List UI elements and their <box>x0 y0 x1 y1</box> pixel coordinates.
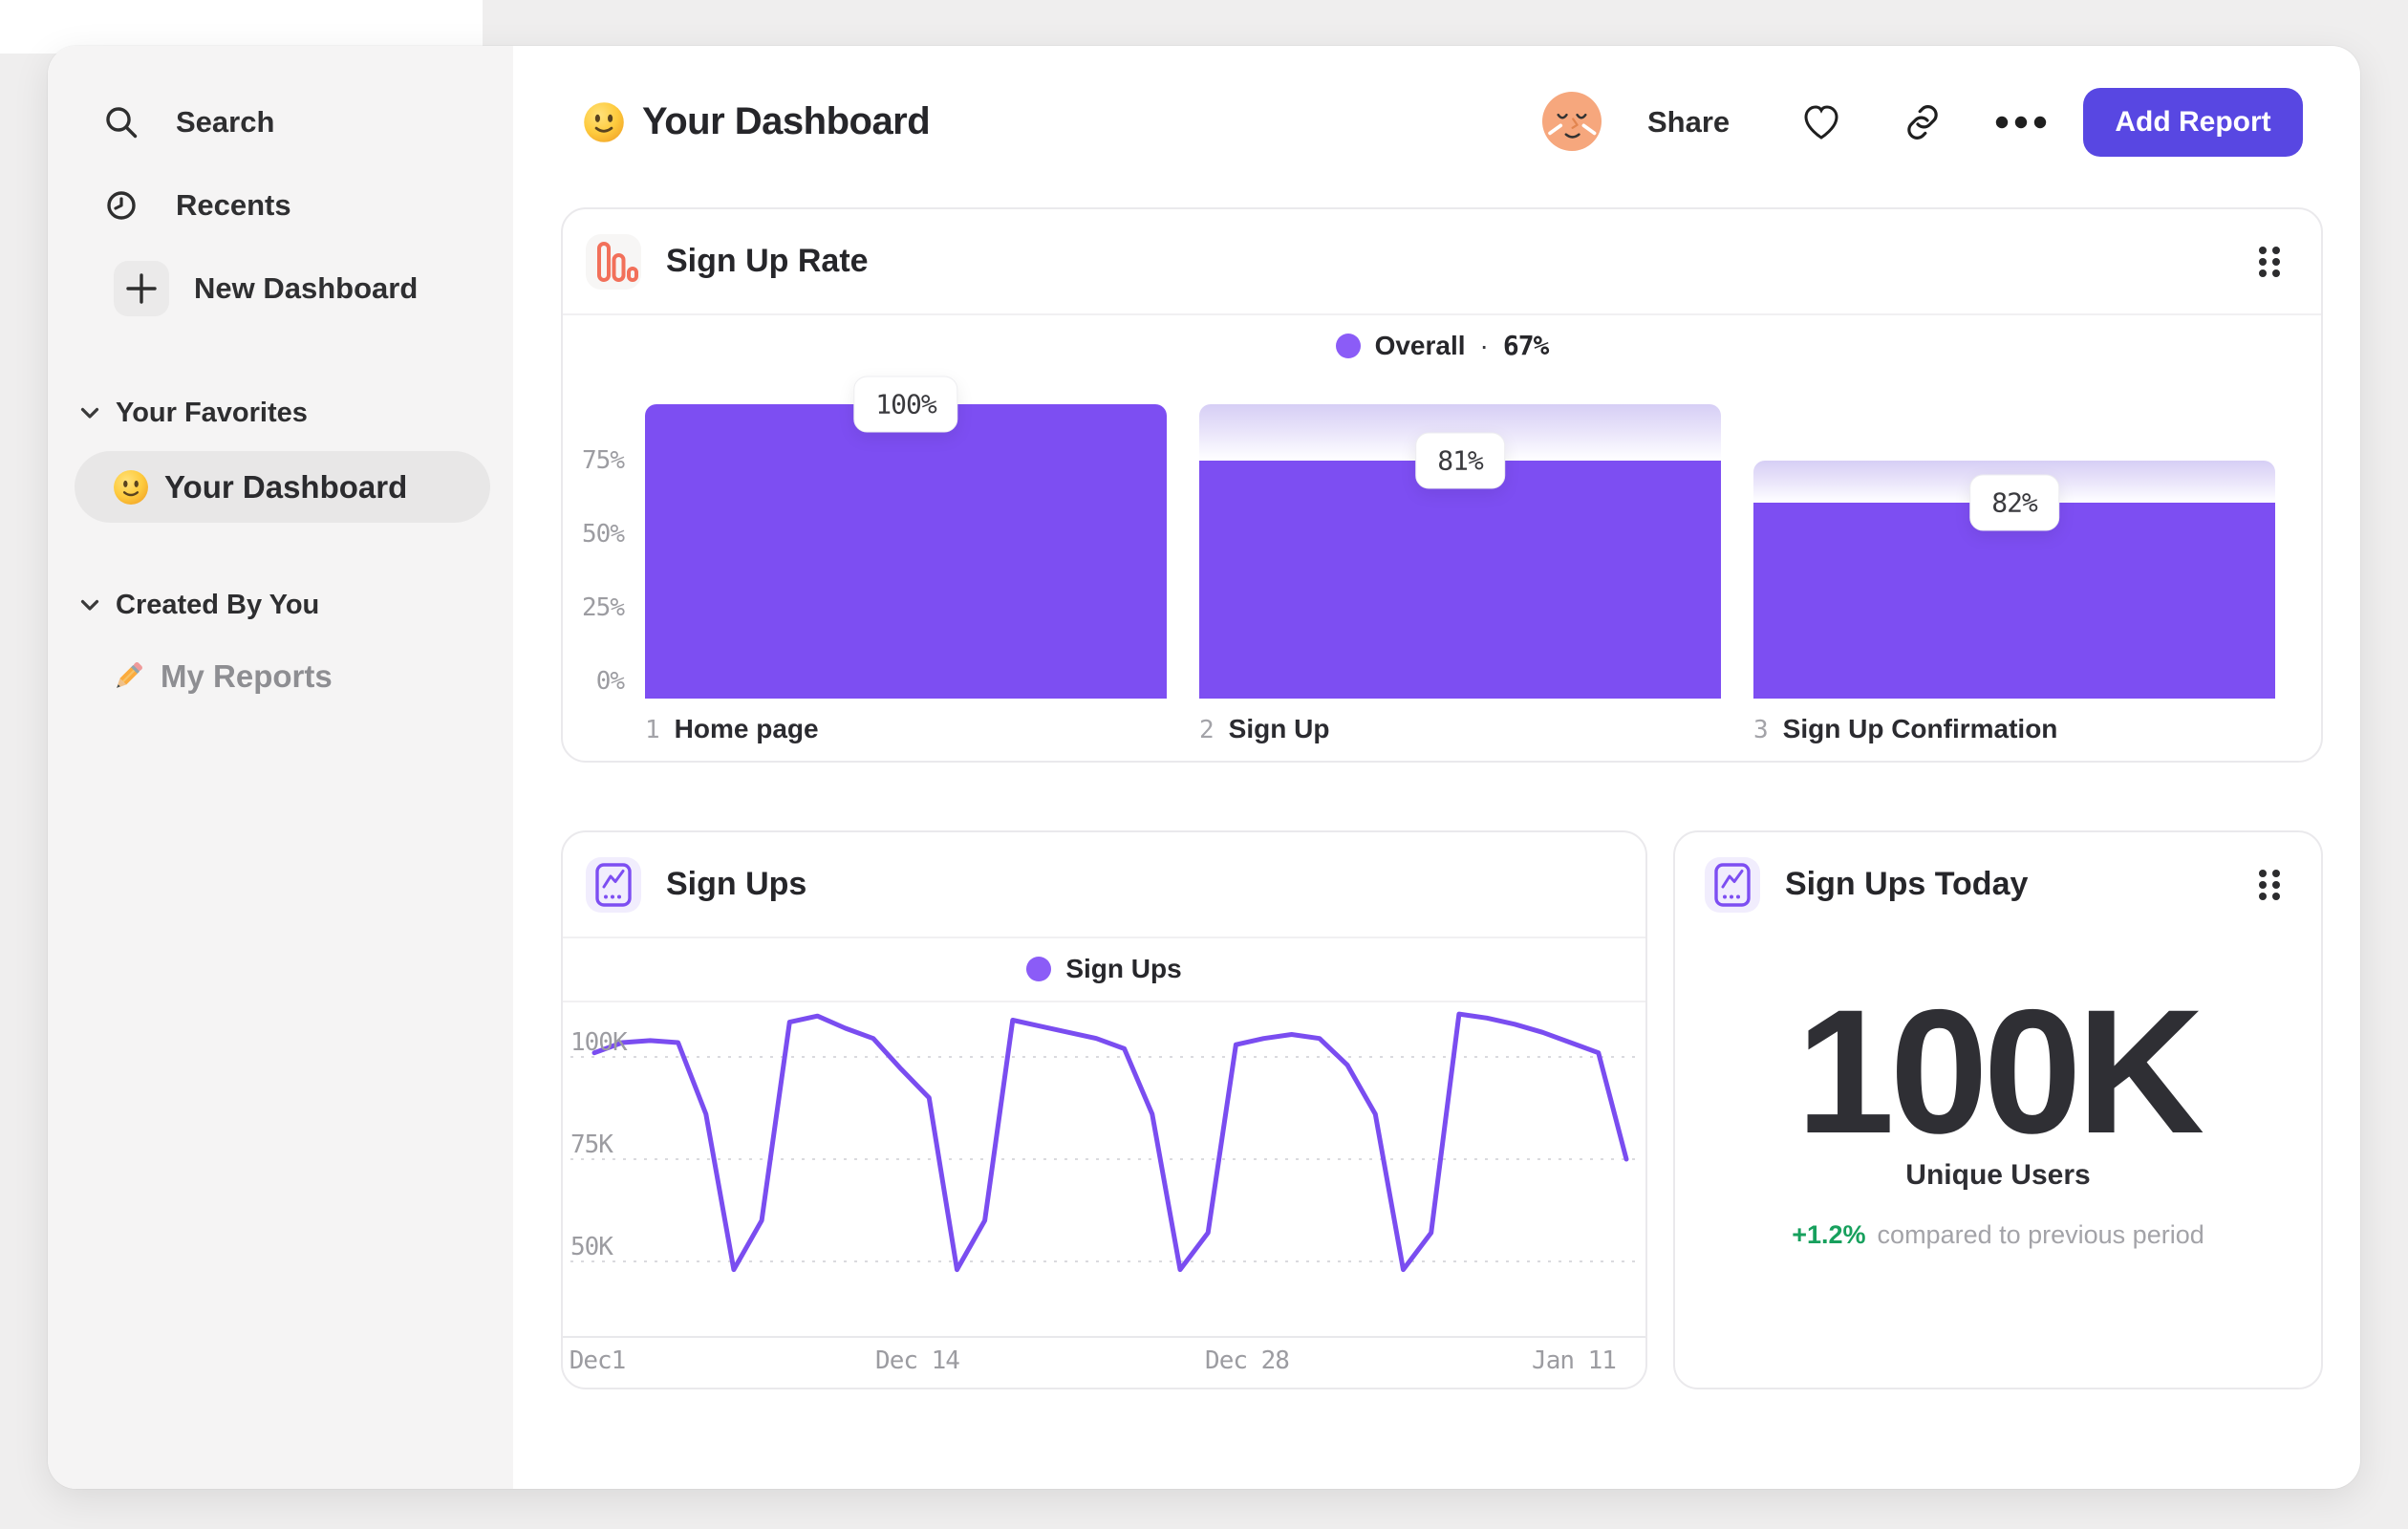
page-header: Your Dashboard <box>583 92 931 152</box>
line-chart-card: Sign Ups Sign Ups 100K 75K 50K Dec1 Dec 14 De… <box>561 830 1647 1389</box>
step-number: 2 <box>1199 716 1215 744</box>
step-name: Home page <box>674 714 819 743</box>
stat-card-header: Sign Ups Today <box>1675 832 2321 937</box>
y-axis-tick: 100K <box>570 1028 628 1057</box>
line-chart[interactable]: 100K 75K 50K Dec1 Dec 14 Dec 28 Jan 11 <box>563 832 1645 1388</box>
stat-delta-row: +1.2% compared to previous period <box>1675 1220 2321 1250</box>
sidebar-item-recents[interactable]: Recents <box>91 175 291 235</box>
sidebar-section-your-favorites[interactable]: Your Favorites <box>80 394 308 432</box>
clock-icon <box>91 175 151 235</box>
search-icon <box>91 92 151 152</box>
sidebar-item-new-dashboard[interactable]: New Dashboard <box>91 258 418 318</box>
sidebar-item-search[interactable]: Search <box>91 92 274 152</box>
x-axis-tick: Dec1 <box>569 1346 627 1375</box>
sidebar-item-label: Recents <box>176 187 291 222</box>
funnel-bar[interactable] <box>645 404 1167 699</box>
y-axis-tick: 75% <box>582 446 625 475</box>
line-series[interactable] <box>591 1011 1629 1273</box>
line-chart-svg <box>563 1011 1645 1338</box>
stat-value: 100K <box>1795 974 2204 1171</box>
drag-handle-icon[interactable] <box>2254 868 2283 902</box>
y-axis-tick: 50% <box>582 520 625 549</box>
funnel-category-label: 3 Sign Up Confirmation <box>1753 714 2057 752</box>
pencil-emoji <box>109 657 147 696</box>
card-title: Sign Ups Today <box>1785 866 2029 902</box>
bar-value-tooltip: 100% <box>853 376 958 433</box>
stat-label: Unique Users <box>1905 1159 2091 1191</box>
funnel-category-label: 1 Home page <box>645 714 819 752</box>
x-axis-tick: Jan 11 <box>1532 1346 1617 1375</box>
sidebar-item-label: New Dashboard <box>194 270 419 305</box>
smiley-emoji <box>113 469 149 506</box>
favorite-heart-icon[interactable] <box>1799 100 1843 144</box>
step-name: Sign Up <box>1228 714 1330 743</box>
app-window: Search Recents New Dashboard Your Favori… <box>48 46 2360 1489</box>
page-title: Your Dashboard <box>642 100 931 142</box>
y-axis-tick: 25% <box>582 593 625 622</box>
page-background: Search Recents New Dashboard Your Favori… <box>0 0 2408 1529</box>
bar-value-tooltip: 81% <box>1415 432 1505 489</box>
funnel-card: Sign Up Rate Overall · 67% 75% 50% 25% 0% 10… <box>561 207 2323 763</box>
step-name: Sign Up Confirmation <box>1782 714 2058 743</box>
chevron-down-icon <box>80 407 99 420</box>
section-label: Created By You <box>116 589 320 620</box>
smiley-emoji <box>583 101 625 143</box>
line-chart-icon <box>1705 856 1760 913</box>
funnel-bar[interactable] <box>1753 503 2275 699</box>
y-axis-tick: 75K <box>570 1131 613 1159</box>
delta-note: compared to previous period <box>1877 1220 2204 1249</box>
x-axis-tick: Dec 28 <box>1205 1346 1290 1375</box>
more-options-icon[interactable] <box>1995 116 2047 129</box>
step-number: 1 <box>645 716 660 744</box>
sidebar-item-label: Search <box>176 104 275 139</box>
y-axis-tick: 50K <box>570 1233 613 1261</box>
sidebar: Search Recents New Dashboard Your Favori… <box>48 46 513 1489</box>
x-axis-tick: Dec 14 <box>875 1346 960 1375</box>
avatar[interactable] <box>1542 92 1602 151</box>
plus-icon <box>114 260 169 316</box>
add-report-button[interactable]: Add Report <box>2083 88 2303 157</box>
sidebar-item-label: My Reports <box>161 658 333 694</box>
copy-link-icon[interactable] <box>1902 101 1944 143</box>
delta-value: +1.2% <box>1792 1220 1866 1249</box>
section-label: Your Favorites <box>116 397 308 428</box>
step-number: 3 <box>1753 716 1769 744</box>
bar-value-tooltip: 82% <box>1969 474 2059 531</box>
funnel-category-label: 2 Sign Up <box>1199 714 1329 752</box>
sidebar-section-created-by-you[interactable]: Created By You <box>80 586 319 624</box>
share-button[interactable]: Share <box>1647 92 1730 152</box>
y-axis-tick: 0% <box>595 667 625 696</box>
funnel-chart[interactable]: 75% 50% 25% 0% 100% 1 Home page 81% 2 Sign Up 82% 3… <box>563 209 2321 761</box>
chevron-down-icon <box>80 599 99 612</box>
sidebar-item-your-dashboard[interactable]: Your Dashboard <box>75 451 490 523</box>
sidebar-item-label: Your Dashboard <box>164 468 408 505</box>
sign-ups-today-card: Sign Ups Today 100K Unique Users +1.2% c… <box>1673 830 2323 1389</box>
funnel-bar[interactable] <box>1199 460 1721 699</box>
sidebar-item-my-reports[interactable]: My Reports <box>109 648 333 705</box>
